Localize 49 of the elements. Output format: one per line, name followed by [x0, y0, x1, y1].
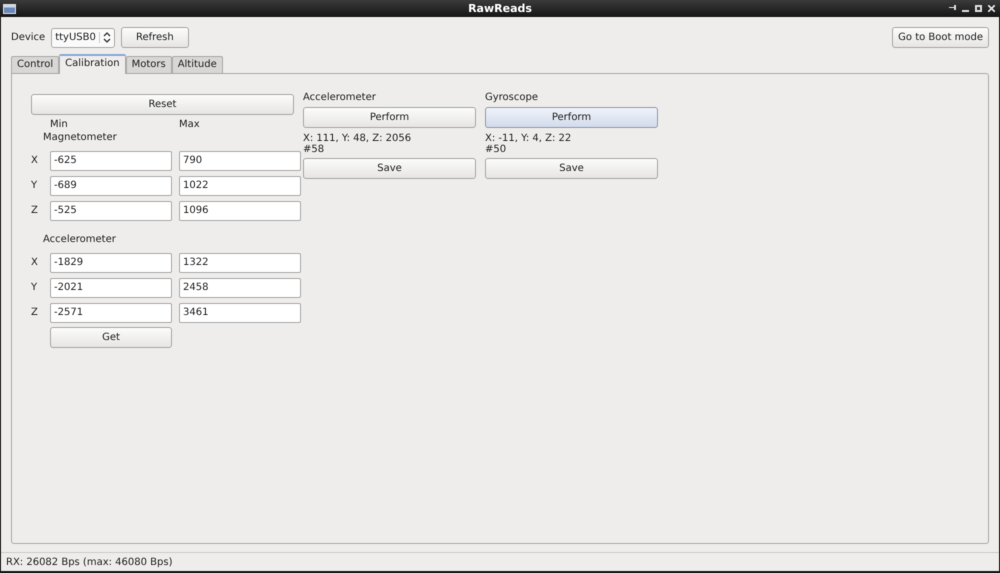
sample-count: #58 — [303, 144, 326, 155]
max-field[interactable]: 790 — [179, 150, 301, 170]
max-field[interactable]: 1096 — [179, 200, 301, 220]
sensor-reading: X: -11, Y: 4, Z: 22 — [485, 133, 572, 144]
tab[interactable]: Altitude — [172, 56, 223, 73]
perform-button[interactable]: Perform — [485, 107, 658, 128]
axis-label: X — [31, 257, 39, 268]
min-field[interactable]: -2571 — [50, 302, 172, 322]
sample-count: #50 — [485, 144, 508, 155]
min-field[interactable]: -625 — [50, 150, 172, 170]
axis-label: Z — [31, 307, 39, 318]
status-text: RX: 26082 Bps (max: 46080 Bps) — [6, 556, 172, 568]
max-label: Max — [179, 119, 201, 130]
save-button[interactable]: Save — [485, 158, 658, 179]
max-field[interactable]: 2458 — [179, 278, 301, 298]
axis-label: X — [31, 155, 39, 166]
max-field[interactable]: 1022 — [179, 176, 301, 196]
min-field[interactable]: -1829 — [50, 252, 172, 272]
maximize-icon[interactable] — [975, 5, 982, 12]
sensor-title: Gyroscope — [485, 92, 540, 105]
get-button[interactable]: Get — [50, 327, 172, 348]
window-title: RawReads — [468, 2, 532, 15]
group-title: Accelerometer — [43, 234, 117, 247]
axis-label: Y — [31, 282, 38, 293]
device-dropdown[interactable]: ttyUSB0 — [51, 28, 115, 48]
max-field[interactable]: 1322 — [179, 252, 301, 272]
tab[interactable]: Calibration — [59, 54, 126, 74]
min-field[interactable]: -689 — [50, 176, 172, 196]
axis-label: Y — [31, 180, 38, 191]
min-label: Min — [50, 119, 69, 130]
refresh-button[interactable]: Refresh — [120, 27, 189, 48]
window-icon — [3, 4, 16, 14]
min-field[interactable]: -2021 — [50, 278, 172, 298]
save-button[interactable]: Save — [303, 158, 476, 179]
sensor-reading: X: 111, Y: 48, Z: 2056 — [303, 133, 412, 144]
max-field[interactable]: 3461 — [179, 302, 301, 322]
perform-button[interactable]: Perform — [303, 107, 476, 128]
spin-arrows-icon — [98, 32, 111, 43]
pin-icon[interactable] — [949, 5, 956, 10]
min-field[interactable]: -525 — [50, 200, 172, 220]
reset-button[interactable]: Reset — [31, 94, 294, 115]
group-title: Magnetometer — [43, 132, 118, 145]
tab[interactable]: Motors — [126, 56, 172, 73]
axis-label: Z — [31, 205, 39, 216]
close-icon[interactable] — [988, 5, 995, 12]
tab[interactable]: Control — [11, 56, 60, 73]
device-label: Device — [11, 32, 46, 43]
boot-mode-button[interactable]: Go to Boot mode — [892, 27, 989, 48]
sensor-title: Accelerometer — [303, 92, 377, 105]
